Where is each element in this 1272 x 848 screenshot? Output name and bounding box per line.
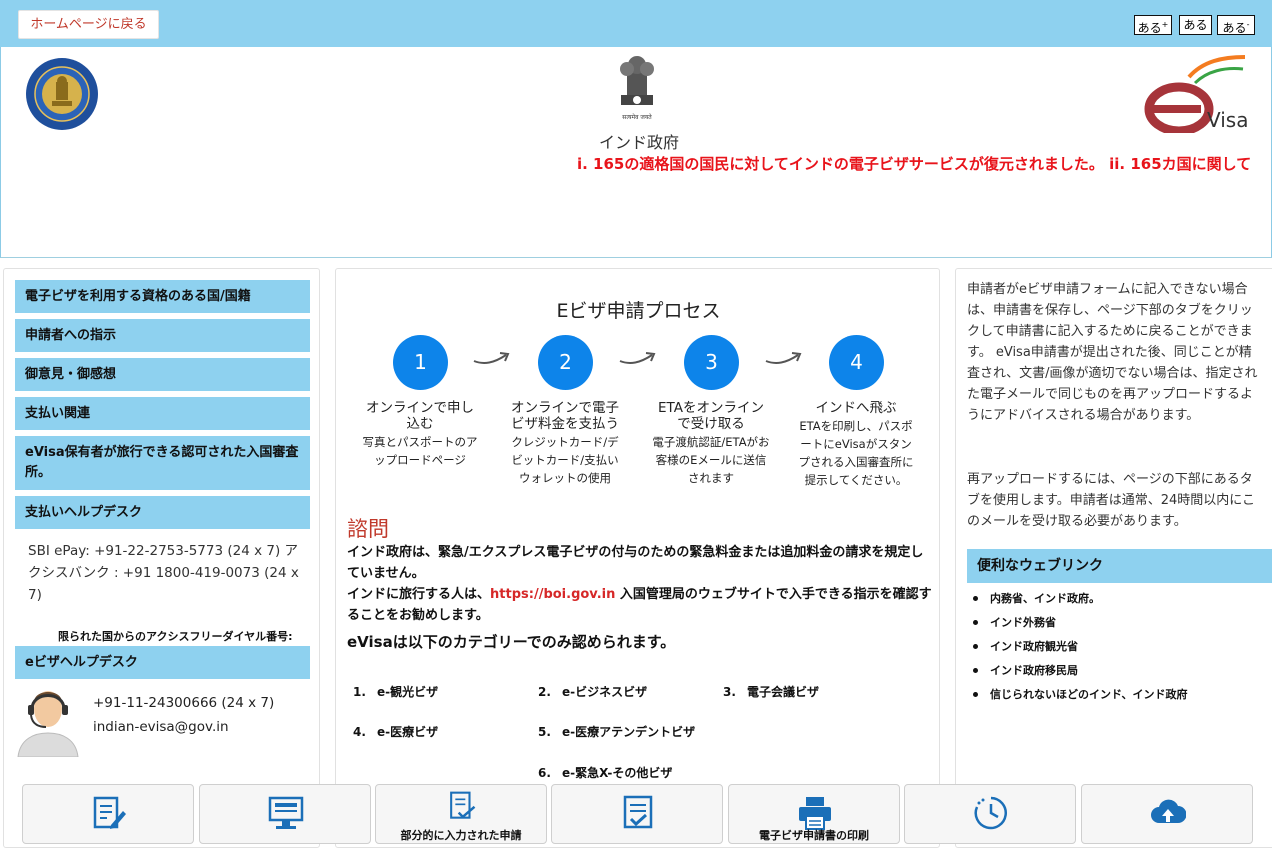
step-3-title: ETAをオンラインで受け取る xyxy=(658,400,764,432)
category-item: 3. 電子会議ビザ xyxy=(723,683,819,700)
font-decrease-label: ある xyxy=(1222,21,1247,35)
step-3-circle: 3 xyxy=(684,335,739,390)
emblem-motto: सत्यमेव जयते xyxy=(622,113,652,121)
step-4-circle: 4 xyxy=(829,335,884,390)
support-agent-icon xyxy=(17,691,79,757)
link-incredible-india[interactable]: 信じられないほどのインド、インド政府 xyxy=(973,686,1188,702)
step-2-title: オンラインで電子ビザ料金を支払う xyxy=(511,400,619,432)
category-label: e-医療ビザ xyxy=(377,725,439,739)
category-num: 3. xyxy=(723,685,736,699)
category-item: 4. e-医療ビザ xyxy=(353,723,438,740)
font-decrease-button[interactable]: ある- xyxy=(1217,15,1255,35)
process-title: Eビザ申請プロセス xyxy=(556,300,721,322)
sidebar-item-immigration-posts[interactable]: eVisa保有者が旅行できる認可された入国審査所。 xyxy=(15,436,310,490)
sidebar-item-eligible-countries[interactable]: 電子ビザを利用する資格のある国/国籍 xyxy=(15,280,310,313)
tab-check-status[interactable] xyxy=(904,784,1076,844)
tab-reupload[interactable] xyxy=(1081,784,1253,844)
evisa-logo: Visa xyxy=(1144,55,1248,133)
tollfree-label: 限られた国からのアクシスフリーダイヤル番号: xyxy=(58,630,293,643)
tab-complete-payment[interactable] xyxy=(551,784,723,844)
category-num: 5. xyxy=(538,725,551,739)
tab-print-application-label: 電子ビザ申請書の印刷 xyxy=(759,829,869,842)
announcement-marquee: i. 165の適格国の国民に対してインドの電子ビザサービスが復元されました。 i… xyxy=(577,155,1252,173)
link-tourism[interactable]: インド政府観光省 xyxy=(973,638,1078,654)
helpdesk-phone: +91-11-24300666 (24 x 7) xyxy=(93,695,275,711)
category-num: 4. xyxy=(353,725,366,739)
link-immigration[interactable]: インド政府移民局 xyxy=(973,662,1078,678)
sidebar-item-payment-helpdesk[interactable]: 支払いヘルプデスク xyxy=(15,496,310,529)
bureau-of-immigration-logo xyxy=(26,58,98,130)
advisory-text-1: インド政府は、緊急/エクスプレス電子ビザの付与のための緊急料金または追加料金の請… xyxy=(347,545,924,581)
font-increase-sup: + xyxy=(1161,20,1169,29)
font-increase-button[interactable]: ある+ xyxy=(1134,15,1172,35)
document-check-icon xyxy=(450,791,476,819)
save-application-info: 申請者がeビザ申請フォームに記入できない場合は、申請書を保存し、ページ下部のタブ… xyxy=(967,282,1258,423)
font-increase-label: ある xyxy=(1137,21,1162,35)
national-emblem: सत्यमेव जयते xyxy=(620,56,654,121)
step-4-desc: ETAを印刷し、パスポートにeVisaがスタンプされる入国審査所に提示してくださ… xyxy=(798,419,914,487)
advisory-heading: 諮問 xyxy=(347,517,389,541)
category-label: e-観光ビザ xyxy=(377,685,439,699)
advisory-text-2-pre: インドに旅行する人は、 xyxy=(347,587,491,602)
category-item: 2. e-ビジネスビザ xyxy=(538,683,647,700)
tab-print-application[interactable]: 電子ビザ申請書の印刷 xyxy=(728,784,900,844)
cloud-upload-icon xyxy=(1151,799,1186,823)
sidebar-item-evisa-helpdesk[interactable]: eビザヘルプデスク xyxy=(15,646,310,679)
step-2-circle: 2 xyxy=(538,335,593,390)
category-num: 6. xyxy=(538,766,551,780)
font-normal-button[interactable]: ある xyxy=(1179,15,1212,35)
helpdesk-email[interactable]: indian-evisa@gov.in xyxy=(93,719,229,735)
tab-online-application[interactable] xyxy=(199,784,371,844)
link-mea[interactable]: インド外務省 xyxy=(973,614,1056,630)
font-decrease-sup: - xyxy=(1246,20,1250,29)
category-num: 2. xyxy=(538,685,551,699)
sidebar-item-payment[interactable]: 支払い関連 xyxy=(15,397,310,430)
gov-name: インド政府 xyxy=(598,133,679,152)
category-item: 6. e-緊急X-その他ビザ xyxy=(538,764,672,781)
useful-links-heading: 便利なウェブリンク xyxy=(967,549,1272,583)
link-mha[interactable]: 内務省、インド政府。 xyxy=(973,590,1100,606)
step-1-title: オンラインで申し込む xyxy=(366,400,474,432)
home-button[interactable]: ホームページに戻る xyxy=(18,10,159,39)
arrow-icon xyxy=(619,352,656,364)
edit-document-icon xyxy=(93,796,126,829)
categories-title: eVisaは以下のカテゴリーでのみ認められます。 xyxy=(347,633,676,651)
arrow-icon xyxy=(765,352,802,364)
sidebar-item-instructions[interactable]: 申請者への指示 xyxy=(15,319,310,352)
category-label: 電子会議ビザ xyxy=(747,685,820,699)
step-1-circle: 1 xyxy=(393,335,448,390)
category-label: e-緊急X-その他ビザ xyxy=(562,766,673,780)
reupload-info: 再アップロードするには、ページの下部にあるタブを使用します。申請者は通常、24時… xyxy=(967,472,1255,529)
step-3-desc: 電子渡航認証/ETAがお客様のEメールに送信されます xyxy=(652,435,770,485)
tab-partially-filled[interactable]: 部分的に入力された申請 xyxy=(375,784,547,844)
category-label: e-ビジネスビザ xyxy=(562,685,648,699)
sidebar-item-feedback[interactable]: 御意見・御感想 xyxy=(15,358,310,391)
checklist-icon xyxy=(623,795,653,829)
computer-form-icon xyxy=(268,796,304,829)
step-2-desc: クレジットカード/デビットカード/支払いウォレットの使用 xyxy=(511,435,619,485)
arrow-icon xyxy=(473,352,510,364)
svg-text:Visa: Visa xyxy=(1207,108,1248,132)
category-num: 1. xyxy=(353,685,366,699)
header: सत्यमेव जयते インド政府 Visa i. 165の適格国の国民に対し… xyxy=(0,47,1272,258)
step-4-title: インドへ飛ぶ xyxy=(815,400,897,416)
left-sidebar: 電子ビザを利用する資格のある国/国籍 申請者への指示 御意見・御感想 支払い関連… xyxy=(3,268,320,848)
payment-contact-text: SBI ePay: +91-22-2753-5773 (24 x 7) アクシス… xyxy=(28,543,299,603)
main-content: Eビザ申請プロセス 1 2 3 4 オンラインで申し込む 写真とパスポートのアッ… xyxy=(335,268,940,848)
right-sidebar: 申請者がeビザ申請フォームに記入できない場合は、申請書を保存し、ページ下部のタブ… xyxy=(955,268,1272,848)
category-item: 5. e-医療アテンデントビザ xyxy=(538,723,695,740)
category-item: 1. e-観光ビザ xyxy=(353,683,438,700)
tab-apply-application[interactable] xyxy=(22,784,194,844)
tab-partially-filled-label: 部分的に入力された申請 xyxy=(400,829,522,842)
step-1-desc: 写真とパスポートのアップロードページ xyxy=(362,435,478,467)
category-label: e-医療アテンデントビザ xyxy=(562,725,696,739)
top-bar: ホームページに戻る ある+ ある ある- xyxy=(0,0,1272,47)
advisory-text-2: インドに旅行する人は、https://boi.gov.in 入国管理局のウェブサ… xyxy=(347,584,932,626)
printer-icon xyxy=(799,797,831,830)
clock-icon xyxy=(974,796,1007,830)
boi-link[interactable]: https://boi.gov.in xyxy=(490,587,615,602)
